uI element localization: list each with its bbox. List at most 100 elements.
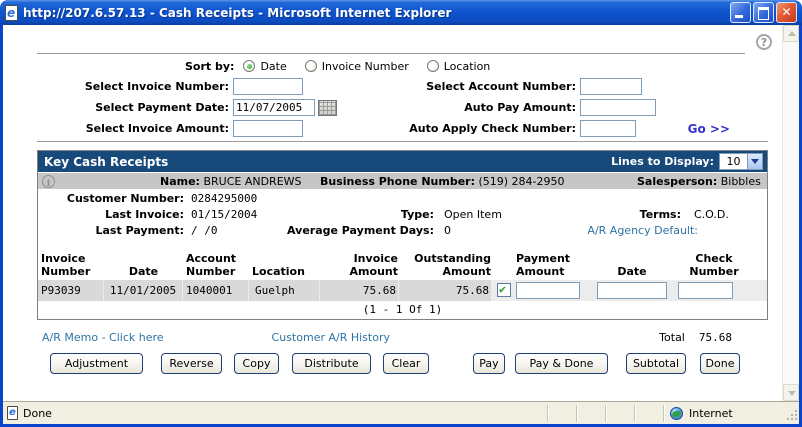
payment-amount-input[interactable] — [516, 282, 580, 299]
select-account-number-label: Select Account Number: — [426, 80, 576, 93]
avg-payment-days-label: Average Payment Days: — [287, 224, 434, 237]
status-segment — [605, 404, 634, 422]
clear-button[interactable]: Clear — [383, 353, 429, 374]
reverse-button[interactable]: Reverse — [161, 353, 222, 374]
pagination-text: (1 - 1 Of 1) — [362, 303, 443, 316]
auto-pay-amount-label: Auto Pay Amount: — [464, 101, 576, 114]
status-bar: e Done Internet — [3, 401, 799, 424]
security-zone-text: Internet — [689, 406, 733, 420]
cell-outstanding-amount: 75.68 — [399, 280, 491, 301]
auto-apply-check-number-input[interactable] — [580, 120, 636, 137]
action-buttons: Adjustment Reverse Copy Distribute Clear… — [37, 353, 768, 374]
ar-memo-link[interactable]: A/R Memo - Click here — [42, 331, 164, 344]
key-cash-receipts-panel: Key Cash Receipts Lines to Display: 10 i… — [37, 150, 768, 320]
sort-radio-invoice-number[interactable] — [304, 60, 317, 72]
distribute-button[interactable]: Distribute — [292, 353, 371, 374]
terms-label: Terms: — [639, 208, 681, 221]
customer-number-label: Customer Number: — [66, 192, 184, 205]
sort-by-label: Sort by: — [185, 59, 235, 73]
info-icon[interactable]: i — [42, 175, 55, 189]
page-content: ? Sort by: Date Invoice Number Location — [3, 25, 782, 401]
calendar-icon[interactable] — [318, 99, 337, 116]
window-title: http://207.6.57.13 - Cash Receipts - Mic… — [23, 5, 452, 20]
copy-button[interactable]: Copy — [234, 353, 279, 374]
customer-summary-bar: i Name: BRUCE ANDREWS Business Phone Num… — [38, 172, 767, 189]
select-invoice-amount-input[interactable] — [233, 120, 303, 137]
type-label: Type: — [400, 208, 434, 221]
avg-payment-days-value: 0 — [444, 224, 451, 237]
cell-invoice-amount: 75.68 — [320, 280, 398, 301]
salesperson-value: Bibbles — [720, 175, 761, 188]
lines-to-display-label: Lines to Display: — [611, 155, 714, 168]
close-button[interactable] — [776, 2, 797, 23]
separator-top — [37, 53, 745, 54]
select-invoice-number-label: Select Invoice Number: — [84, 80, 229, 93]
last-payment-label: Last Payment: — [95, 224, 185, 237]
lines-to-display-select[interactable]: 10 — [719, 153, 763, 170]
select-invoice-number-input[interactable] — [233, 78, 303, 95]
ie-status-icon: e — [7, 406, 18, 420]
select-account-number-input[interactable] — [580, 78, 642, 95]
salesperson-label: Salesperson: — [637, 175, 718, 188]
sort-radio-location-label: Location — [443, 59, 491, 73]
auto-pay-amount-input[interactable] — [580, 99, 656, 116]
sort-radio-date-label: Date — [260, 59, 287, 73]
scroll-up-button[interactable] — [783, 25, 799, 42]
check-number-input[interactable] — [678, 282, 733, 299]
cell-account-number: 1040001 — [183, 280, 248, 301]
sort-radio-invoice-number-label: Invoice Number — [321, 59, 409, 73]
cell-invoice-number: P93039 — [38, 280, 103, 301]
adjustment-button[interactable]: Adjustment — [50, 353, 143, 374]
subtotal-button[interactable]: Subtotal — [626, 353, 686, 374]
ar-agency-default-link[interactable]: A/R Agency Default: — [498, 224, 698, 237]
internet-globe-icon — [670, 406, 683, 420]
select-payment-date-input[interactable] — [233, 99, 315, 116]
select-payment-date-label: Select Payment Date: — [95, 101, 229, 114]
last-invoice-label: Last Invoice: — [105, 208, 184, 221]
chevron-down-icon[interactable] — [747, 154, 762, 169]
titlebar[interactable]: e http://207.6.57.13 - Cash Receipts - M… — [0, 0, 802, 25]
separator-mid — [37, 141, 768, 142]
status-segment — [634, 404, 663, 422]
lines-to-display-value: 10 — [726, 155, 741, 168]
pay-button[interactable]: Pay — [473, 353, 505, 374]
pay-and-done-button[interactable]: Pay & Done — [515, 353, 608, 374]
last-payment-value: / /0 — [191, 224, 218, 237]
select-invoice-amount-label: Select Invoice Amount: — [85, 122, 229, 135]
type-value: Open Item — [444, 208, 502, 221]
maximize-button[interactable] — [753, 2, 774, 23]
payment-date-input[interactable] — [597, 282, 667, 299]
minimize-button[interactable] — [730, 2, 751, 23]
total-label: Total — [659, 330, 685, 344]
vertical-scrollbar[interactable] — [782, 25, 799, 401]
cell-date: 11/01/2005 — [104, 280, 182, 301]
cell-location: Guelph — [249, 280, 319, 301]
ie-page-icon: e — [5, 4, 18, 21]
customer-detail-rows: Customer Number: 0284295000 Last Invoice… — [38, 189, 767, 242]
last-invoice-value: 01/15/2004 — [191, 208, 258, 221]
pay-checkbox[interactable] — [497, 282, 511, 297]
panel-title: Key Cash Receipts — [44, 154, 169, 169]
sort-radio-date[interactable] — [243, 60, 256, 72]
name-label: Name: — [160, 175, 200, 188]
status-segment — [547, 404, 576, 422]
phone-label: Business Phone Number: — [320, 175, 475, 188]
customer-name: BRUCE ANDREWS — [203, 175, 302, 188]
browser-window: e http://207.6.57.13 - Cash Receipts - M… — [0, 0, 802, 427]
resize-grip[interactable] — [785, 405, 799, 422]
status-text: Done — [23, 406, 52, 420]
auto-apply-check-number-label: Auto Apply Check Number: — [409, 122, 576, 135]
done-button[interactable]: Done — [700, 353, 740, 374]
help-icon[interactable]: ? — [756, 34, 772, 50]
scrollbar-track[interactable] — [783, 42, 799, 384]
customer-ar-history-link[interactable]: Customer A/R History — [272, 331, 390, 344]
filter-form: Select Invoice Number: Select Account Nu… — [37, 76, 768, 139]
scroll-down-button[interactable] — [783, 384, 799, 401]
sort-radio-location[interactable] — [426, 60, 439, 72]
go-link[interactable]: Go >> — [688, 122, 730, 136]
table-row: P93039 11/01/2005 1040001 Guelph 75.68 7… — [38, 280, 767, 301]
sort-by-group: Sort by: Date Invoice Number Location — [37, 58, 782, 74]
customer-number-value: 0284295000 — [191, 192, 258, 205]
customer-phone: (519) 284-2950 — [478, 175, 565, 188]
table-header-row: Invoice Number Date Account Number Locatio… — [41, 252, 739, 278]
